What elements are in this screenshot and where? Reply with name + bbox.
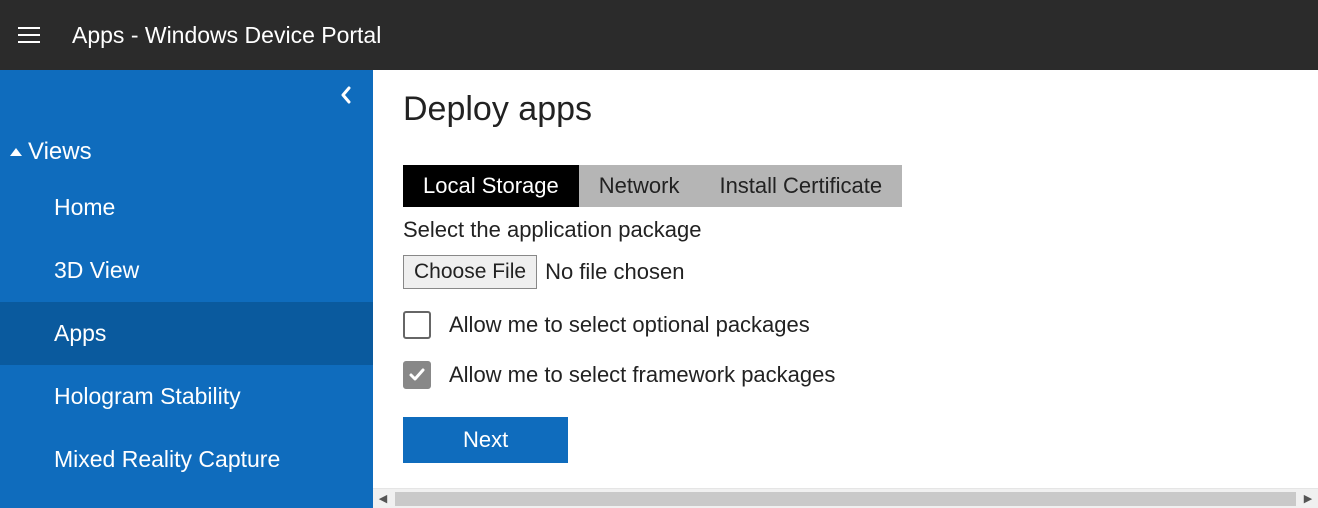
sidebar-item-apps[interactable]: Apps (0, 302, 373, 365)
framework-packages-checkbox[interactable] (403, 361, 431, 389)
page-title: Deploy apps (403, 90, 1288, 129)
tab-label: Local Storage (423, 173, 559, 198)
select-package-label: Select the application package (403, 217, 1288, 243)
sidebar-item-label: Home (54, 194, 115, 220)
optional-packages-checkbox[interactable] (403, 311, 431, 339)
checkbox-label: Allow me to select optional packages (449, 312, 810, 338)
checkbox-row-framework-packages: Allow me to select framework packages (403, 361, 1288, 389)
triangle-up-icon (10, 148, 22, 156)
file-input-row: Choose File No file chosen (403, 255, 1288, 289)
tab-local-storage[interactable]: Local Storage (403, 165, 579, 207)
tab-label: Network (599, 173, 680, 198)
tab-bar: Local Storage Network Install Certificat… (403, 165, 1288, 207)
nav-group-label: Views (28, 138, 92, 166)
check-icon (408, 366, 426, 384)
nav-items: Home 3D View Apps Hologram Stability Mix… (0, 176, 373, 491)
sidebar-item-mixed-reality-capture[interactable]: Mixed Reality Capture (0, 428, 373, 491)
checkbox-row-optional-packages: Allow me to select optional packages (403, 311, 1288, 339)
main-panel: Deploy apps Local Storage Network Instal… (373, 70, 1318, 508)
tab-label: Install Certificate (719, 173, 882, 198)
checkbox-label: Allow me to select framework packages (449, 362, 835, 388)
next-button[interactable]: Next (403, 417, 568, 463)
tab-install-certificate[interactable]: Install Certificate (699, 165, 902, 207)
choose-file-button[interactable]: Choose File (403, 255, 537, 289)
sidebar: Views Home 3D View Apps Hologram Stabili… (0, 70, 373, 508)
scroll-right-arrow-icon[interactable]: ▶ (1298, 492, 1318, 505)
hamburger-icon[interactable] (18, 27, 40, 43)
horizontal-scrollbar[interactable]: ◀ ▶ (373, 488, 1318, 508)
file-chosen-status: No file chosen (545, 259, 684, 285)
collapse-sidebar-button[interactable] (339, 86, 353, 104)
scroll-left-arrow-icon[interactable]: ◀ (373, 492, 393, 505)
app-header: Apps - Windows Device Portal (0, 0, 1318, 70)
sidebar-item-home[interactable]: Home (0, 176, 373, 239)
sidebar-item-3d-view[interactable]: 3D View (0, 239, 373, 302)
sidebar-item-label: 3D View (54, 257, 139, 283)
sidebar-item-hologram-stability[interactable]: Hologram Stability (0, 365, 373, 428)
page-title-header: Apps - Windows Device Portal (72, 22, 381, 49)
sidebar-item-label: Apps (54, 320, 106, 346)
chevron-left-icon (339, 86, 353, 104)
sidebar-item-label: Hologram Stability (54, 383, 241, 409)
sidebar-item-label: Mixed Reality Capture (54, 446, 280, 472)
nav-group-views[interactable]: Views (0, 128, 373, 176)
tab-network[interactable]: Network (579, 165, 700, 207)
scrollbar-track[interactable] (395, 492, 1296, 506)
